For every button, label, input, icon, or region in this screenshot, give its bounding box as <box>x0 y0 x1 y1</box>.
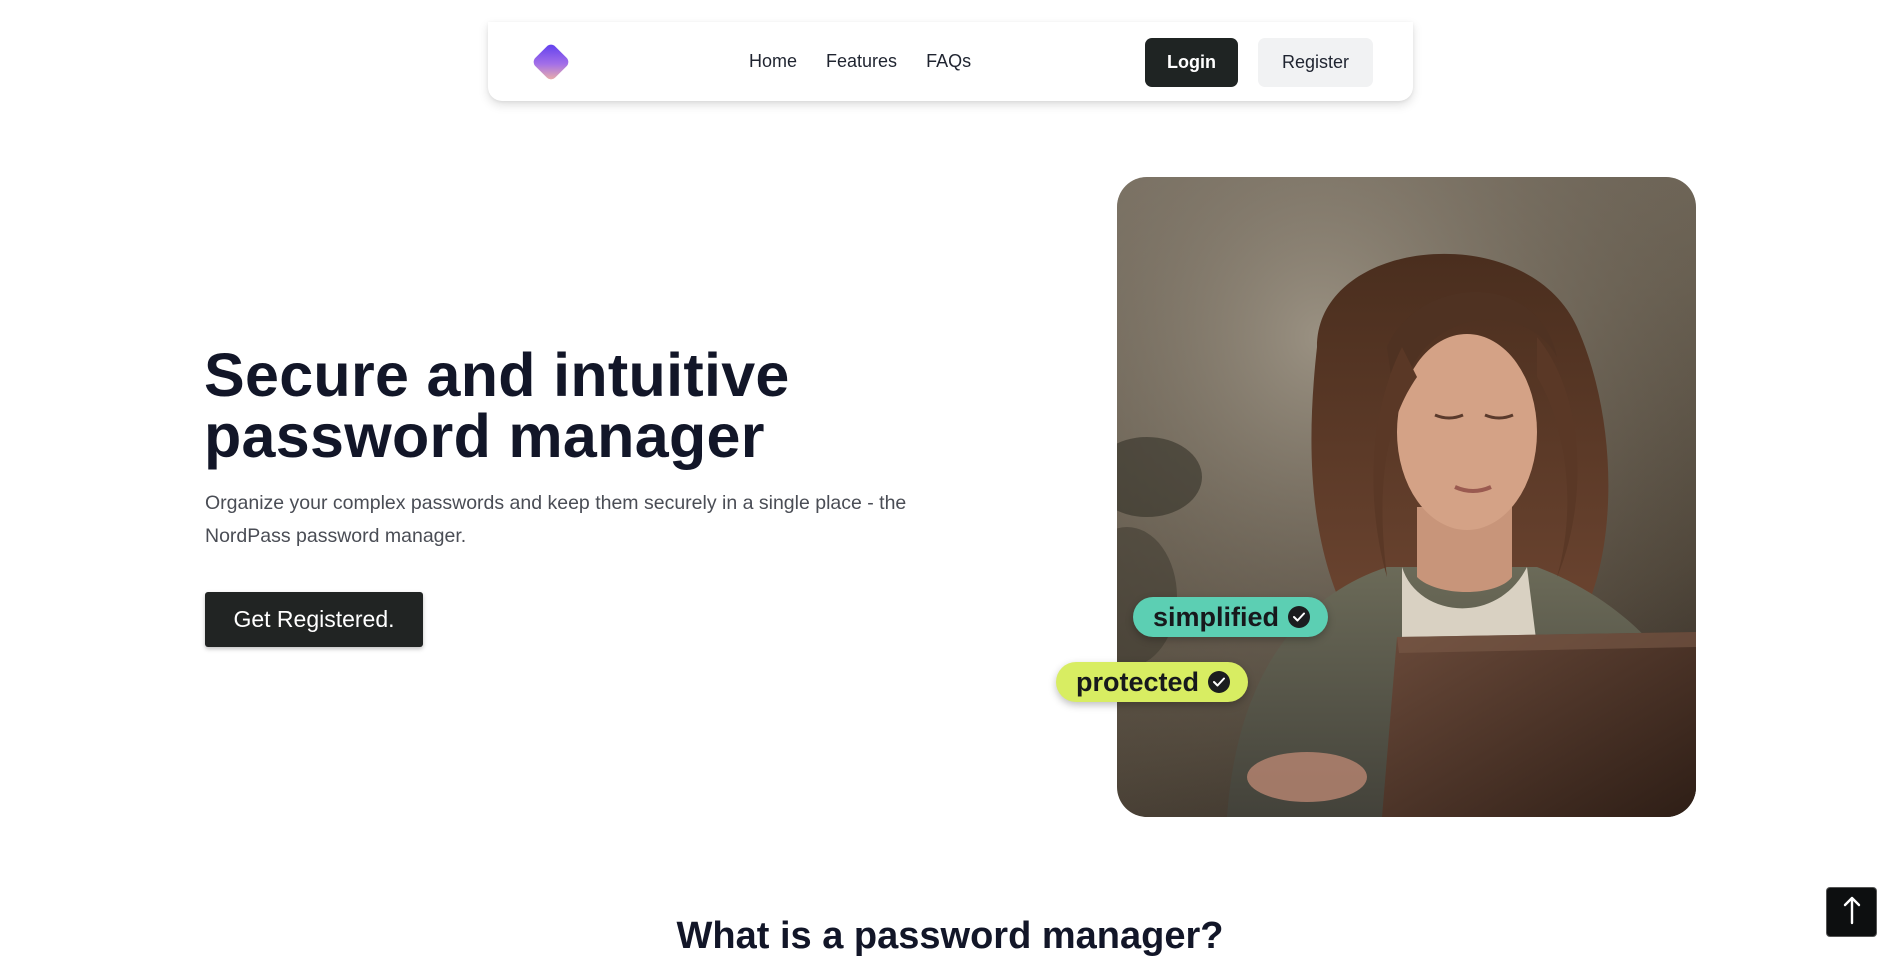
hero-title-line-1: Secure and intuitive <box>204 341 790 409</box>
logo-icon[interactable] <box>528 39 574 85</box>
protected-badge: protected <box>1056 662 1249 702</box>
navbar: Home Features FAQs Login Register <box>488 22 1413 101</box>
protected-badge-label: protected <box>1076 666 1200 697</box>
nav-link-features[interactable]: Features <box>826 51 897 72</box>
hero-photo <box>1117 177 1696 817</box>
page: Home Features FAQs Login Register Secure… <box>0 0 1895 962</box>
hero-title-line-2: password manager <box>204 402 765 470</box>
section-heading: What is a password manager? <box>676 915 1224 957</box>
hero-title: Secure and intuitive password manager <box>204 345 904 467</box>
nav-link-home[interactable]: Home <box>749 51 797 72</box>
arrow-up-icon <box>1843 895 1861 930</box>
hero-subtitle-line-1: Organize your complex passwords and keep… <box>205 492 907 514</box>
scroll-to-top-button[interactable] <box>1826 887 1877 937</box>
hero-subtitle-line-2: NordPass password manager. <box>205 525 467 547</box>
register-button[interactable]: Register <box>1258 38 1373 87</box>
login-button[interactable]: Login <box>1145 38 1238 87</box>
check-circle-icon <box>1208 671 1231 693</box>
simplified-badge: simplified <box>1133 597 1329 637</box>
get-registered-button[interactable]: Get Registered. <box>205 592 423 647</box>
hero-subtitle: Organize your complex passwords and keep… <box>205 487 945 553</box>
check-circle-icon <box>1288 606 1311 628</box>
nav-link-faqs[interactable]: FAQs <box>926 51 971 72</box>
nav-links: Home Features FAQs <box>749 22 971 101</box>
simplified-badge-label: simplified <box>1153 601 1280 632</box>
